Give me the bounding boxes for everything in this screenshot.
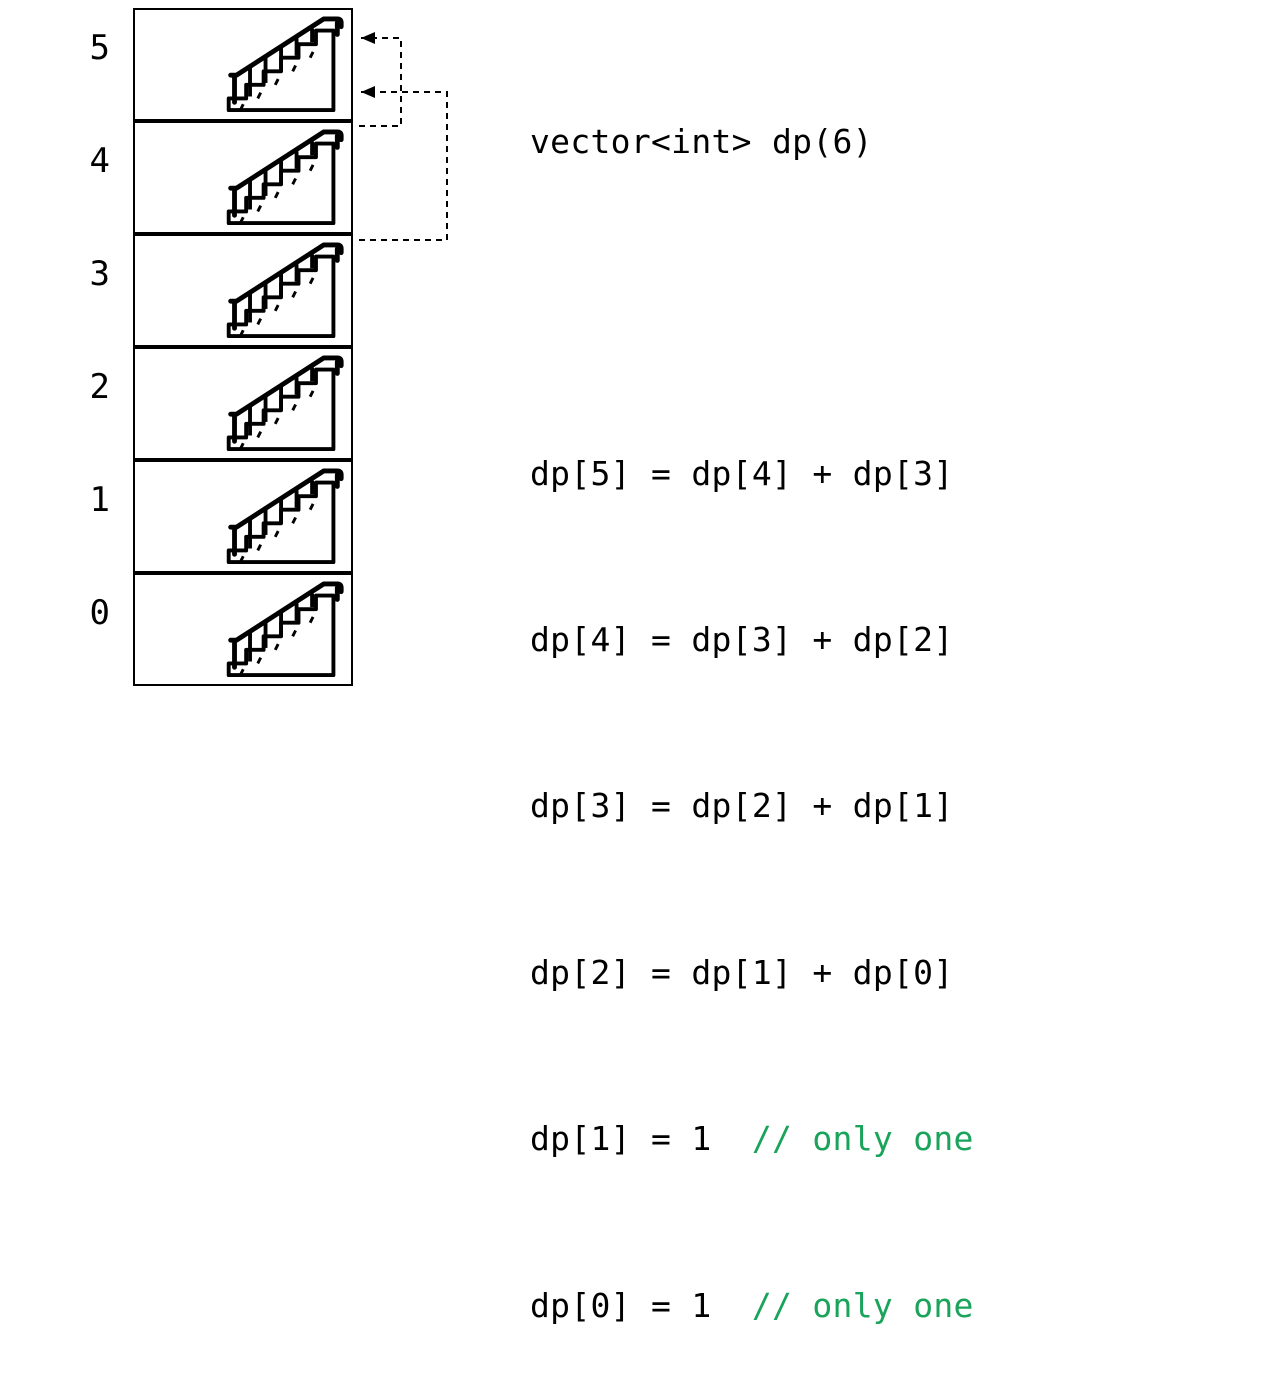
code-comment: // only one: [752, 1119, 974, 1158]
dp-cell: [133, 121, 353, 234]
stairs-icon: [219, 238, 347, 343]
dp-index-label: 2: [70, 367, 110, 407]
dependency-arrows: [353, 8, 503, 308]
code-line: dp[3] = dp[2] + dp[1]: [530, 780, 974, 833]
code-text: dp[4] = dp[3] + dp[2]: [530, 620, 954, 659]
code-line: dp[5] = dp[4] + dp[3]: [530, 448, 974, 501]
code-text: dp[2] = dp[1] + dp[0]: [530, 953, 954, 992]
code-line: dp[1] = 1 // only one: [530, 1113, 974, 1166]
code-text: dp[3] = dp[2] + dp[1]: [530, 786, 954, 825]
code-text: dp[1] = 1: [530, 1119, 752, 1158]
code-line: dp[2] = dp[1] + dp[0]: [530, 947, 974, 1000]
code-line: dp[0] = 1 // only one: [530, 1280, 974, 1333]
arrow-dp3-to-dp5: [359, 92, 447, 240]
stairs-icon: [219, 12, 347, 117]
code-block: vector<int> dp(6) dp[5] = dp[4] + dp[3] …: [530, 10, 974, 1393]
dp-index-label: 0: [70, 593, 110, 633]
stairs-icon: [219, 464, 347, 569]
dp-cell: [133, 234, 353, 347]
dp-cell: [133, 8, 353, 121]
code-line-declaration: vector<int> dp(6): [530, 116, 974, 169]
code-text: dp[5] = dp[4] + dp[3]: [530, 454, 954, 493]
code-line: dp[4] = dp[3] + dp[2]: [530, 614, 974, 667]
dp-index-label: 3: [70, 254, 110, 294]
dp-index-label: 4: [70, 141, 110, 181]
dp-index-label: 1: [70, 480, 110, 520]
code-text: dp[0] = 1: [530, 1286, 752, 1325]
stairs-icon: [219, 577, 347, 682]
dp-index-label: 5: [70, 28, 110, 68]
stairs-icon: [219, 351, 347, 456]
arrow-dp4-to-dp5: [359, 38, 401, 126]
dp-cell: [133, 573, 353, 686]
dp-cell: [133, 347, 353, 460]
stairs-icon: [219, 125, 347, 230]
dp-cell: [133, 460, 353, 573]
code-comment: // only one: [752, 1286, 974, 1325]
